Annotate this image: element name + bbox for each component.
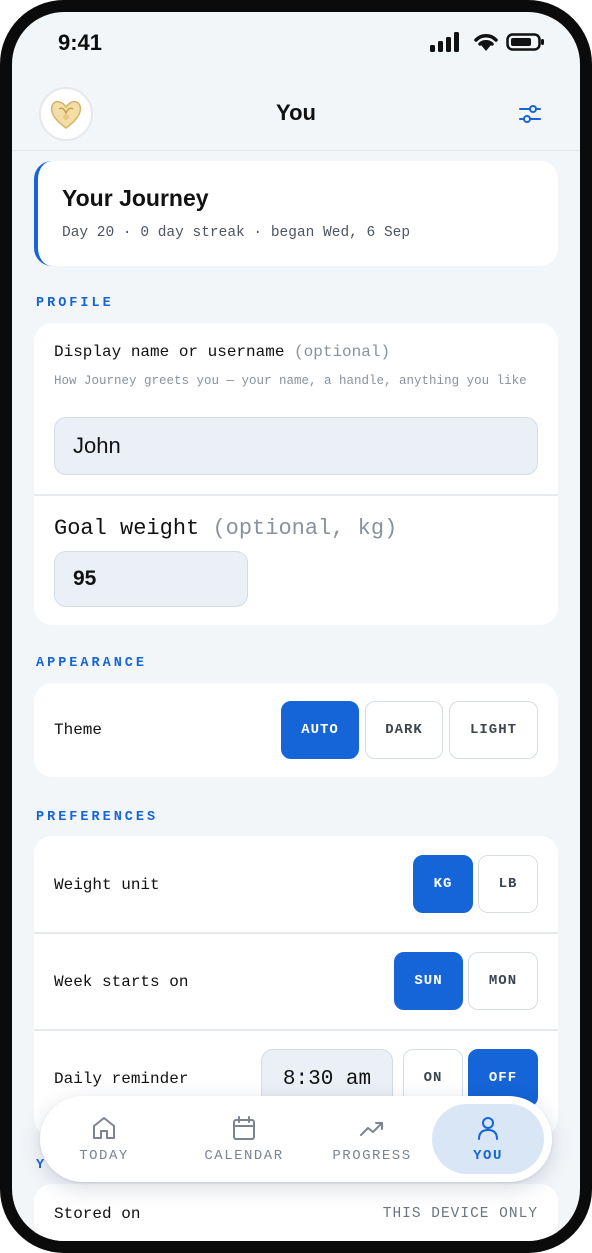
signal-icon <box>430 32 459 52</box>
journey-title: Your Journey <box>62 185 209 211</box>
page-title: You <box>276 100 316 125</box>
appearance-card: Theme AUTO DARK LIGHT <box>34 683 558 777</box>
sliders-icon <box>519 105 541 123</box>
preferences-divider-1 <box>34 932 558 934</box>
tab-calendar[interactable]: CALENDAR <box>188 1096 300 1182</box>
stored-on-value: THIS DEVICE ONLY <box>382 1206 538 1222</box>
profile-card: Display name or username (optional) How … <box>34 323 558 625</box>
theme-auto-button[interactable]: AUTO <box>281 701 359 759</box>
journey-subtitle: Day 20 · 0 day streak · began Wed, 6 Sep <box>62 225 411 241</box>
reminder-time-value: 8:30 am <box>282 1067 372 1091</box>
trending-up-icon <box>360 1122 383 1136</box>
display-name-input[interactable]: John <box>54 417 538 475</box>
unit-lb-button[interactable]: LB <box>478 855 538 913</box>
wifi-icon <box>474 34 498 51</box>
calendar-icon <box>233 1116 255 1140</box>
goal-weight-value: 95 <box>73 567 97 590</box>
unit-kg-button[interactable]: KG <box>413 855 473 913</box>
weight-unit-label: Weight unit <box>54 876 160 894</box>
goal-weight-label: Goal weight (optional, kg) <box>54 516 398 541</box>
phone-frame: 9:41 You Your Journey Day 20 · 0 day str… <box>0 0 592 1253</box>
section-label-preferences: PREFERENCES <box>36 810 159 825</box>
home-icon <box>93 1117 115 1139</box>
tab-today-label: TODAY <box>79 1148 129 1164</box>
stored-on-label: Stored on <box>54 1205 141 1223</box>
week-mon-button[interactable]: MON <box>468 952 538 1010</box>
week-start-label: Week starts on <box>54 973 189 991</box>
status-time: 9:41 <box>58 30 103 55</box>
journey-card: Your Journey Day 20 · 0 day streak · beg… <box>34 161 558 266</box>
theme-label: Theme <box>54 721 103 739</box>
data-card: Stored on THIS DEVICE ONLY <box>34 1184 558 1241</box>
section-label-profile: PROFILE <box>36 296 114 311</box>
tab-progress-label: PROGRESS <box>332 1148 412 1164</box>
profile-divider <box>34 494 558 496</box>
screen: 9:41 You Your Journey Day 20 · 0 day str… <box>12 12 580 1241</box>
reminder-label: Daily reminder <box>54 1070 189 1088</box>
header-divider <box>12 150 580 151</box>
settings-button[interactable] <box>518 102 542 126</box>
theme-light-button[interactable]: LIGHT <box>449 701 538 759</box>
status-icons <box>430 32 546 52</box>
preferences-card: Weight unit KG LB Week starts on SUN MON… <box>34 836 558 1136</box>
tab-you-label: YOU <box>473 1148 503 1164</box>
display-name-hint: How Journey greets you — your name, a ha… <box>54 374 527 388</box>
tab-you[interactable]: YOU <box>432 1096 544 1182</box>
tab-bar: TODAY CALENDAR PROGRESS YOU <box>40 1096 552 1182</box>
display-name-label: Display name or username (optional) <box>54 343 391 361</box>
tab-progress[interactable]: PROGRESS <box>316 1096 428 1182</box>
tab-today[interactable]: TODAY <box>62 1096 146 1182</box>
person-icon <box>478 1117 498 1140</box>
preferences-divider-2 <box>34 1029 558 1031</box>
display-name-value: John <box>73 433 121 458</box>
battery-icon <box>506 33 544 51</box>
section-label-appearance: APPEARANCE <box>36 656 148 671</box>
tab-calendar-label: CALENDAR <box>204 1148 284 1164</box>
week-sun-button[interactable]: SUN <box>394 952 463 1010</box>
theme-dark-button[interactable]: DARK <box>365 701 443 759</box>
goal-weight-input[interactable]: 95 <box>54 551 248 607</box>
